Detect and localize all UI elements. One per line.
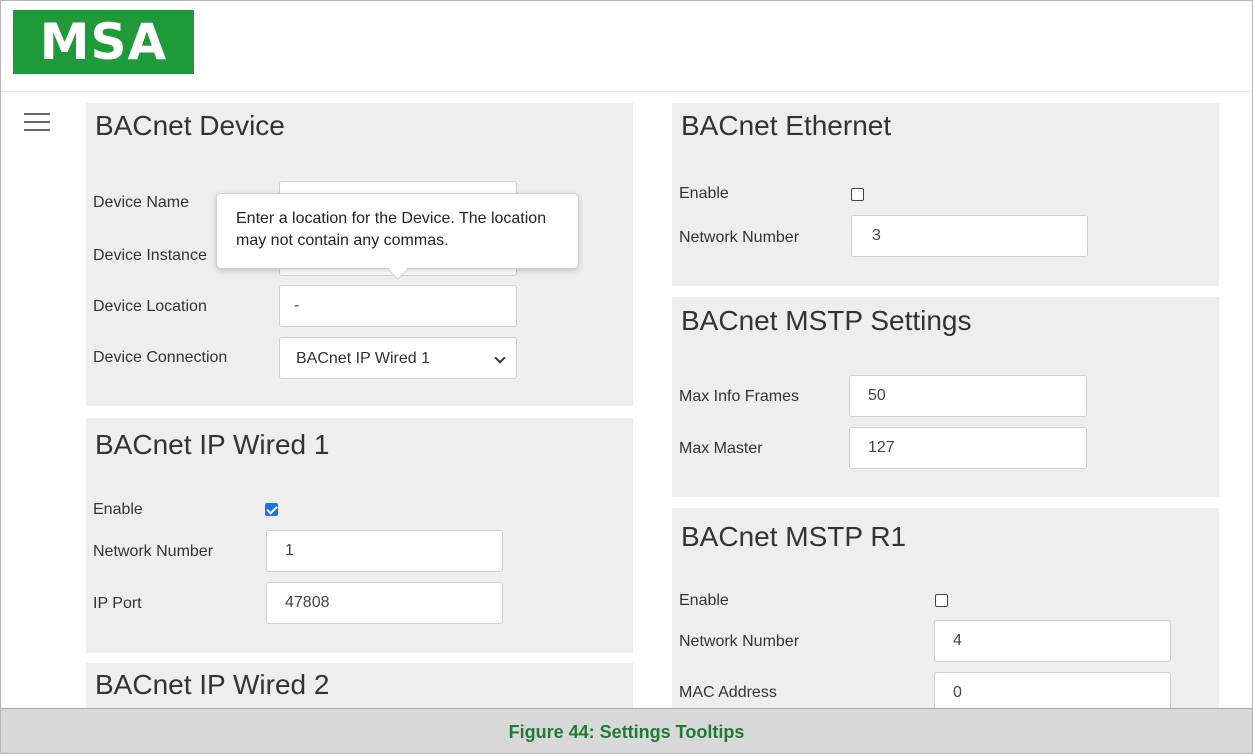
max-info-frames-label: Max Info Frames	[679, 388, 800, 405]
mstp-r1-network-number-input[interactable]	[934, 620, 1171, 662]
device-location-input[interactable]	[279, 285, 517, 327]
device-connection-label: Device Connection	[93, 349, 228, 366]
ip-wired-1-ip-port-input[interactable]	[266, 582, 503, 624]
tooltip-text: Enter a location for the Device. The loc…	[236, 210, 547, 249]
app-header: MSA	[1, 1, 1252, 92]
device-location-label: Device Location	[93, 298, 207, 315]
device-connection-value: BACnet IP Wired 1	[296, 350, 430, 367]
bacnet-mstp-r1-title: BACnet MSTP R1	[681, 521, 907, 552]
ethernet-network-number-label: Network Number	[679, 229, 800, 246]
ip-wired-1-enable-checkbox[interactable]	[265, 503, 278, 516]
ip-wired-1-enable-label: Enable	[93, 501, 143, 518]
bacnet-device-title: BACnet Device	[95, 110, 285, 141]
bacnet-ip-wired-1-title: BACnet IP Wired 1	[95, 429, 330, 460]
max-info-frames-input[interactable]	[849, 375, 1087, 417]
ip-wired-1-ip-port-label: IP Port	[93, 595, 142, 612]
bacnet-ethernet-panel: BACnet Ethernet	[672, 103, 1219, 286]
max-master-input[interactable]	[849, 427, 1087, 469]
screenshot-frame: MSA BACnet Device Device Name Device Ins…	[0, 0, 1253, 754]
mstp-r1-enable-checkbox[interactable]	[935, 594, 948, 607]
device-connection-select[interactable]: BACnet IP Wired 1	[279, 337, 517, 379]
ethernet-network-number-input[interactable]	[851, 215, 1088, 257]
figure-caption: Figure 44: Settings Tooltips	[508, 722, 745, 742]
chevron-down-icon	[494, 352, 506, 364]
device-location-tooltip: Enter a location for the Device. The loc…	[216, 193, 579, 280]
msa-logo: MSA	[13, 10, 194, 74]
bacnet-mstp-settings-title: BACnet MSTP Settings	[681, 305, 972, 336]
bacnet-ip-wired-2-title: BACnet IP Wired 2	[95, 669, 330, 700]
device-name-label: Device Name	[93, 194, 190, 211]
ethernet-enable-label: Enable	[679, 185, 729, 202]
mstp-r1-mac-address-label: MAC Address	[679, 684, 777, 701]
device-instance-label: Device Instance	[93, 247, 207, 264]
max-master-label: Max Master	[679, 440, 763, 457]
ip-wired-1-network-number-label: Network Number	[93, 543, 214, 560]
hamburger-menu-icon[interactable]	[24, 113, 50, 133]
mstp-r1-enable-label: Enable	[679, 592, 729, 609]
ip-wired-1-network-number-input[interactable]	[266, 530, 503, 572]
bacnet-ethernet-title: BACnet Ethernet	[681, 110, 892, 141]
ethernet-enable-checkbox[interactable]	[851, 188, 864, 201]
logo-text: MSA	[39, 13, 168, 71]
figure-caption-bar: Figure 44: Settings Tooltips	[1, 708, 1252, 753]
mstp-r1-network-number-label: Network Number	[679, 633, 800, 650]
